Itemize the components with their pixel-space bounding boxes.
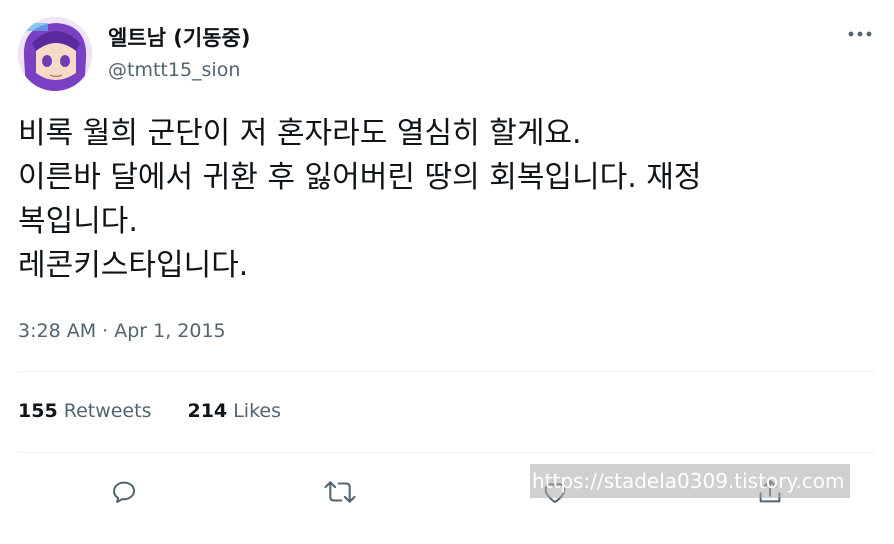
user-handle[interactable]: @tmtt15_sion (108, 59, 240, 81)
reply-button[interactable] (102, 470, 146, 514)
retweets-label: Retweets (63, 400, 152, 422)
likes-count: 214 (187, 400, 228, 422)
retweets-stat[interactable]: 155 Retweets (18, 400, 151, 422)
likes-label: Likes (233, 400, 281, 422)
tweet-text: 비록 월희 군단이 저 혼자라도 열심히 할게요. 이른바 달에서 귀환 후 잃… (18, 112, 878, 288)
likes-stat[interactable]: 214 Likes (187, 400, 281, 422)
avatar-image (18, 17, 92, 91)
reply-icon (113, 481, 135, 503)
divider (18, 452, 876, 453)
avatar[interactable] (18, 17, 92, 91)
more-options-button[interactable] (842, 22, 878, 46)
watermark: https://stadela0309.tistory.com (530, 464, 850, 498)
retweet-icon (324, 481, 356, 503)
tweet-card: 엘트남 (기동중) @tmtt15_sion 비록 월희 군단이 저 혼자라도 … (0, 0, 894, 544)
engagement-stats: 155 Retweets 214 Likes (18, 400, 281, 422)
tweet-text-line: 비록 월희 군단이 저 혼자라도 열심히 할게요. (18, 116, 582, 151)
divider (18, 371, 876, 372)
tweet-text-line: 이른바 달에서 귀환 후 잃어버린 땅의 회복입니다. 재정 (18, 160, 702, 195)
tweet-text-line: 복입니다. (18, 204, 138, 239)
retweets-count: 155 (18, 400, 58, 422)
retweet-button[interactable] (318, 470, 362, 514)
tweet-timestamp[interactable]: 3:28 AM · Apr 1, 2015 (18, 320, 226, 342)
tweet-text-line: 레콘키스타입니다. (18, 248, 249, 283)
more-icon (848, 31, 872, 37)
display-name[interactable]: 엘트남 (기동중) (108, 22, 250, 52)
